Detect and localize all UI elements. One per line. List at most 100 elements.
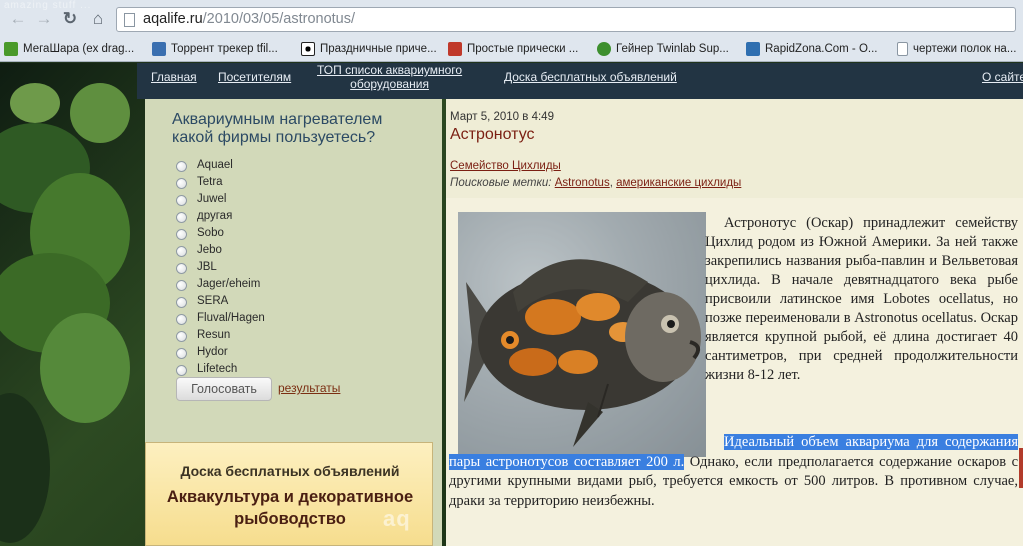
sidebar: Аквариумным нагревателем какой фирмы пол… (145, 99, 442, 546)
poll-option-label: Aquael (197, 158, 233, 171)
bookmarks-bar: МегаШара (ex drag... Торрент трекер tfil… (0, 36, 1023, 62)
green-check-icon (4, 42, 18, 56)
url-text[interactable]: aqalife.ru/2010/03/05/astronotus/ (143, 11, 355, 27)
post-title: Астронотус (450, 126, 535, 143)
poll-option[interactable]: Aquael (176, 156, 265, 173)
radio-button[interactable] (176, 347, 187, 359)
eye-icon (301, 42, 315, 56)
home-icon[interactable]: ⌂ (88, 9, 108, 29)
bookmark-label: Гейнер Twinlab Sup... (616, 43, 729, 55)
tag-separator: , (609, 177, 613, 189)
bookmark-item[interactable]: Гейнер Twinlab Sup... (597, 39, 729, 59)
article: Март 5, 2010 в 4:49 Астронотус Семейство… (446, 99, 1023, 546)
poll-option[interactable]: Tetra (176, 173, 265, 190)
nav-home-link[interactable]: Главная (151, 70, 197, 84)
radio-button[interactable] (176, 177, 187, 189)
poll-option[interactable]: Jebo (176, 241, 265, 258)
tfile-icon (152, 42, 166, 56)
radio-button[interactable] (176, 313, 187, 325)
poll-option[interactable]: Sobo (176, 224, 265, 241)
article-paragraph-1: Астронотус (Оскар) принадлежит семейству… (705, 215, 1018, 383)
aquarium-plants-decoration (0, 63, 138, 546)
bookmark-label: Торрент трекер tfil... (171, 43, 278, 55)
bookmark-label: Простые прически ... (467, 43, 579, 55)
poll-option[interactable]: Lifetech (176, 360, 265, 377)
rapidzona-icon (746, 42, 760, 56)
scroll-marker (1019, 448, 1023, 488)
hair-icon (448, 42, 462, 56)
poll-results-link[interactable]: результаты (278, 381, 340, 395)
radio-button[interactable] (176, 262, 187, 274)
poll-option-label: Juwel (197, 192, 227, 205)
bookmark-item[interactable]: МегаШара (ex drag... (4, 39, 134, 59)
nav-board-link[interactable]: Доска бесплатных объявлений (504, 70, 677, 84)
bookmark-label: чертежи полок на... (913, 43, 1017, 55)
poll-option-label: Resun (197, 328, 231, 341)
poll-option[interactable]: JBL (176, 258, 265, 275)
url-path: /2010/03/05/astronotus/ (202, 11, 356, 27)
poll-option-label: Jebo (197, 243, 222, 256)
poll-option-label: SERA (197, 294, 229, 307)
banner-subtitle: Доска бесплатных объявлений (180, 463, 400, 479)
tags-label: Поисковые метки: (450, 177, 552, 189)
poll-option[interactable]: Resun (176, 326, 265, 343)
radio-button[interactable] (176, 228, 187, 240)
site-navigation: Главная Посетителям ТОП список аквариумн… (137, 63, 1023, 99)
post-category-link[interactable]: Семейство Цихлиды (450, 160, 561, 172)
forward-arrow-icon[interactable]: → (34, 9, 54, 29)
page-icon (897, 42, 908, 56)
poll-option[interactable]: Jager/eheim (176, 275, 265, 292)
radio-button[interactable] (176, 194, 187, 206)
oscar-fish-image (458, 212, 706, 457)
reload-icon[interactable]: ↻ (60, 9, 80, 29)
back-arrow-icon[interactable]: ← (8, 9, 28, 29)
article-header: Март 5, 2010 в 4:49 Астронотус Семейство… (446, 99, 1023, 198)
poll-option-label: другая (197, 209, 233, 222)
poll-option[interactable]: другая (176, 207, 265, 224)
bookmark-item[interactable]: Праздничные приче... (301, 39, 437, 59)
poll-option-label: Tetra (197, 175, 223, 188)
address-bar[interactable]: aqalife.ru/2010/03/05/astronotus/ (116, 7, 1016, 32)
radio-button[interactable] (176, 245, 187, 257)
article-paragraph-2: Идеальный объем аквариума для содержания… (449, 433, 1018, 511)
radio-button[interactable] (176, 364, 187, 376)
radio-button[interactable] (176, 330, 187, 342)
bookmark-item[interactable]: Торрент трекер tfil... (152, 39, 278, 59)
page-icon (124, 13, 135, 27)
poll-option[interactable]: Fluval/Hagen (176, 309, 265, 326)
bookmark-label: RapidZona.Com - О... (765, 43, 878, 55)
nav-top-line2: оборудования (350, 77, 429, 91)
radio-button[interactable] (176, 211, 187, 223)
poll-option[interactable]: Hydor (176, 343, 265, 360)
radio-button[interactable] (176, 296, 187, 308)
poll-title: Аквариумным нагревателем какой фирмы пол… (172, 111, 383, 146)
nav-top-line1: ТОП список аквариумного (317, 63, 463, 77)
poll-option-label: Lifetech (197, 362, 238, 375)
poll-option[interactable]: Juwel (176, 190, 265, 207)
poll-option-label: Jager/eheim (197, 277, 261, 290)
bookmark-item[interactable]: чертежи полок на... (897, 39, 1016, 59)
browser-chrome: amazing stuff ... ← → ↻ ⌂ aqalife.ru/201… (0, 0, 1023, 62)
nav-top-equipment-link[interactable]: ТОП список аквариумного оборудования (317, 63, 462, 91)
poll-options: Aquael Tetra Juwel другая Sobo Jebo JBL … (176, 156, 265, 377)
bookmark-item[interactable]: RapidZona.Com - О... (746, 39, 877, 59)
radio-button[interactable] (176, 160, 187, 172)
vote-button[interactable]: Голосовать (176, 377, 272, 401)
tag-link-american-cichlids[interactable]: американские цихлиды (616, 177, 741, 189)
site-watermark: aq (383, 506, 411, 531)
bookmark-label: МегаШара (ex drag... (23, 43, 135, 55)
fish-illustration (458, 212, 706, 457)
poll-option[interactable]: SERA (176, 292, 265, 309)
bookmark-label: Праздничные приче... (320, 43, 437, 55)
url-host: aqalife.ru (143, 11, 203, 27)
post-date: Март 5, 2010 в 4:49 (450, 111, 554, 123)
poll-option-label: Sobo (197, 226, 224, 239)
nav-about-link[interactable]: О сайте (982, 70, 1023, 84)
radio-button[interactable] (176, 279, 187, 291)
bookmark-item[interactable]: Простые прически ... (448, 39, 578, 59)
tag-link-astronotus[interactable]: Astronotus (555, 177, 610, 189)
post-tags: Поисковые метки: Astronotus, американски… (450, 177, 741, 189)
nav-visitors-link[interactable]: Посетителям (218, 70, 291, 84)
green-globe-icon (597, 42, 611, 56)
poll-option-label: Hydor (197, 345, 228, 358)
